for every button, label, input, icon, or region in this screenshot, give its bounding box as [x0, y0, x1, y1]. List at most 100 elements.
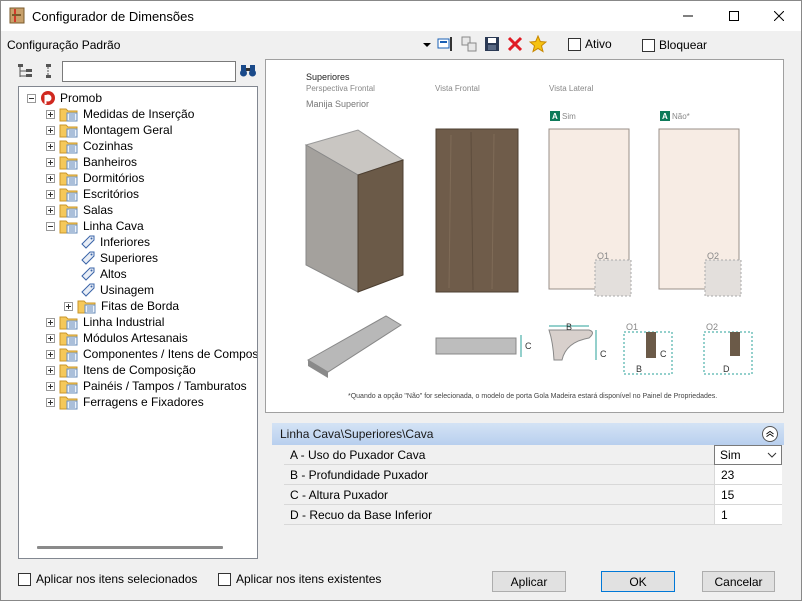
apply-selected-checkbox[interactable]: Aplicar nos itens selecionados — [18, 572, 197, 586]
collapse-toggle[interactable] — [46, 221, 55, 231]
preview-image-panel: Superiores Perspectiva Frontal Vista Fro… — [265, 59, 784, 413]
promob-logo-icon — [41, 91, 55, 105]
expand-toggle[interactable] — [64, 301, 73, 311]
folder-icon — [59, 124, 78, 138]
option-nao-label: Não* — [672, 112, 690, 121]
property-name: D - Recuo da Base Inferior — [290, 508, 433, 522]
maximize-button[interactable] — [711, 1, 757, 31]
tree-node-superiores-selected[interactable]: Superiores — [80, 250, 158, 266]
tree-node-label: Montagem Geral — [83, 123, 173, 137]
expand-tree-icon[interactable] — [17, 63, 33, 79]
tag-a-sim: A — [552, 112, 558, 121]
tree-node[interactable]: Cozinhas — [46, 138, 133, 154]
binoculars-search-icon[interactable] — [239, 63, 257, 79]
expand-toggle[interactable] — [46, 381, 55, 391]
expand-toggle[interactable] — [46, 365, 55, 375]
folder-icon — [77, 300, 96, 314]
window-title: Configurador de Dimensões — [32, 9, 194, 24]
collapse-up-icon[interactable] — [762, 426, 778, 442]
apply-selected-box[interactable] — [18, 572, 31, 586]
category-tree[interactable]: Promob Medidas de Inserção Montagem Gera… — [18, 86, 258, 559]
property-row: B - Profundidade Puxador 23 — [284, 465, 782, 485]
tree-node[interactable]: Banheiros — [46, 154, 137, 170]
property-name: A - Uso do Puxador Cava — [290, 448, 426, 462]
expand-toggle[interactable] — [46, 349, 55, 359]
expand-toggle[interactable] — [46, 125, 55, 135]
uso-puxador-select[interactable]: Sim — [714, 445, 782, 465]
ativo-checkbox-box[interactable] — [568, 37, 581, 51]
expand-toggle[interactable] — [46, 205, 55, 215]
expand-toggle[interactable] — [46, 141, 55, 151]
save-icon[interactable] — [483, 35, 501, 53]
tree-node[interactable]: Linha Industrial — [46, 314, 164, 330]
expand-toggle[interactable] — [46, 317, 55, 327]
minimize-button[interactable] — [665, 1, 711, 31]
tree-node[interactable]: Medidas de Inserção — [46, 106, 194, 122]
collapse-tree-icon[interactable] — [41, 63, 57, 79]
tree-node[interactable]: Montagem Geral — [46, 122, 172, 138]
tree-node-label: Superiores — [100, 251, 159, 265]
altura-value[interactable]: 15 — [714, 485, 782, 504]
expand-toggle[interactable] — [46, 157, 55, 167]
ativo-checkbox[interactable]: Ativo — [568, 37, 612, 51]
tree-node-label: Linha Industrial — [83, 315, 165, 329]
expand-toggle[interactable] — [46, 173, 55, 183]
tree-node-label: Componentes / Itens de Composição — [83, 347, 258, 361]
tree-node-label: Cozinhas — [83, 139, 134, 153]
tree-node[interactable]: Escritórios — [46, 186, 139, 202]
tree-node-label: Banheiros — [83, 155, 138, 169]
chevron-down-icon[interactable] — [421, 39, 433, 51]
star-icon[interactable] — [529, 35, 547, 53]
property-name: C - Altura Puxador — [290, 488, 389, 502]
bloquear-checkbox[interactable]: Bloquear — [642, 38, 707, 52]
tree-node[interactable]: Ferragens e Fixadores — [46, 394, 204, 410]
tree-node[interactable]: Itens de Composição — [46, 362, 196, 378]
tree-search-input[interactable] — [62, 61, 236, 82]
folder-icon — [59, 332, 78, 346]
horizontal-scrollbar[interactable] — [37, 546, 223, 549]
folder-icon — [59, 348, 78, 362]
tag-a-nao: A — [662, 112, 668, 121]
close-button[interactable] — [756, 1, 802, 31]
bloquear-checkbox-box[interactable] — [642, 38, 655, 52]
tree-node[interactable]: Inferiores — [80, 234, 150, 250]
tag-icon — [81, 283, 95, 297]
tree-node[interactable]: Altos — [80, 266, 127, 282]
ok-button[interactable]: OK — [601, 571, 675, 592]
dimension-c-label-detail: C — [660, 349, 667, 359]
tree-node[interactable]: Componentes / Itens de Composição — [46, 346, 258, 362]
edit-config-icon[interactable] — [437, 35, 455, 53]
folder-icon — [59, 380, 78, 394]
cancel-button[interactable]: Cancelar — [702, 571, 775, 592]
expand-toggle[interactable] — [46, 109, 55, 119]
recuo-value[interactable]: 1 — [714, 505, 782, 524]
expand-toggle[interactable] — [46, 189, 55, 199]
expand-toggle[interactable] — [46, 333, 55, 343]
tree-node-promob[interactable]: Promob — [27, 90, 102, 106]
profundidade-value[interactable]: 23 — [714, 465, 782, 484]
delete-icon[interactable] — [506, 35, 524, 53]
uso-puxador-value: Sim — [720, 448, 741, 462]
tree-node[interactable]: Painéis / Tampos / Tamburatos — [46, 378, 247, 394]
tree-node-label: Dormitórios — [83, 171, 145, 185]
collapse-toggle[interactable] — [27, 93, 36, 103]
copy-config-icon[interactable] — [460, 35, 478, 53]
tree-node-label: Fitas de Borda — [101, 299, 180, 313]
expand-toggle[interactable] — [46, 397, 55, 407]
apply-existing-box[interactable] — [218, 572, 231, 586]
property-row: D - Recuo da Base Inferior 1 — [284, 505, 782, 525]
tree-node-label: Itens de Composição — [83, 363, 196, 377]
property-row: C - Altura Puxador 15 — [284, 485, 782, 505]
tree-node[interactable]: Módulos Artesanais — [46, 330, 188, 346]
preview-footnote: *Quando a opção "Não" for selecionada, o… — [348, 393, 718, 400]
tree-node[interactable]: Fitas de Borda — [64, 298, 179, 314]
folder-icon — [59, 316, 78, 330]
dimension-configurator-window: Configurador de Dimensões Configuração P… — [0, 0, 802, 601]
tree-node[interactable]: Usinagem — [80, 282, 154, 298]
apply-button[interactable]: Aplicar — [492, 571, 566, 592]
apply-existing-checkbox[interactable]: Aplicar nos itens existentes — [218, 572, 381, 586]
tree-node[interactable]: Dormitórios — [46, 170, 144, 186]
tree-node[interactable]: Salas — [46, 202, 113, 218]
tree-node-linha-cava[interactable]: Linha Cava — [46, 218, 144, 234]
chevron-down-icon — [767, 452, 777, 458]
